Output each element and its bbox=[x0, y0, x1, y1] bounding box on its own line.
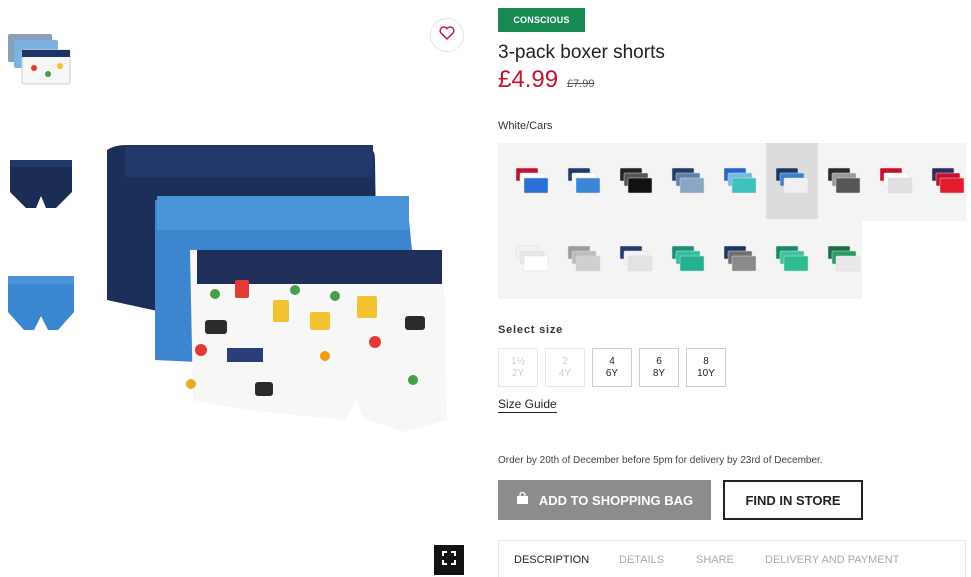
size-top: 8 bbox=[703, 355, 709, 367]
size-guide-link[interactable]: Size Guide bbox=[498, 397, 557, 413]
swatch-image bbox=[619, 245, 653, 272]
shopping-bag-icon bbox=[516, 491, 529, 508]
swatch-image bbox=[931, 167, 965, 194]
color-swatch-navy-grey-dark[interactable] bbox=[714, 221, 766, 297]
swatch-image bbox=[827, 245, 861, 272]
swatch-image bbox=[671, 167, 705, 194]
original-price: £7.99 bbox=[567, 78, 595, 90]
size-bottom: 8Y bbox=[652, 367, 666, 379]
size-option-1-5-2y[interactable]: 1½ 2Y bbox=[498, 348, 538, 387]
product-title: 3-pack boxer shorts bbox=[498, 42, 665, 63]
heart-icon bbox=[439, 25, 455, 45]
swatch-image bbox=[775, 245, 809, 272]
swatch-image bbox=[619, 167, 653, 194]
tab-share[interactable]: SHARE bbox=[696, 554, 734, 566]
selected-color-name: White/Cars bbox=[498, 120, 553, 132]
color-swatch-red-white-cars[interactable] bbox=[870, 143, 922, 219]
tab-description[interactable]: DESCRIPTION bbox=[514, 554, 589, 566]
size-top: 2 bbox=[562, 355, 568, 367]
add-to-bag-button[interactable]: ADD TO SHOPPING BAG bbox=[498, 480, 711, 520]
color-swatch-white[interactable] bbox=[506, 221, 558, 297]
size-option-2-4y[interactable]: 2 4Y bbox=[545, 348, 585, 387]
favorite-button[interactable] bbox=[430, 18, 464, 52]
swatch-image bbox=[567, 167, 601, 194]
add-to-bag-label: ADD TO SHOPPING BAG bbox=[538, 492, 694, 508]
swatch-image bbox=[723, 245, 757, 272]
color-swatch-green-mint[interactable] bbox=[766, 221, 818, 297]
size-option-6-8y[interactable]: 6 8Y bbox=[639, 348, 679, 387]
color-swatch-navy-white-pattern[interactable] bbox=[610, 221, 662, 297]
select-size-label: Select size bbox=[498, 324, 564, 336]
color-swatch-navy-grey[interactable] bbox=[662, 143, 714, 219]
size-bottom: 4Y bbox=[558, 367, 572, 379]
find-in-store-button[interactable]: FIND IN STORE bbox=[723, 480, 863, 520]
zoom-button[interactable] bbox=[434, 545, 464, 575]
color-swatches bbox=[498, 143, 968, 299]
size-top: 6 bbox=[656, 355, 662, 367]
product-price: £4.99 bbox=[498, 66, 559, 93]
color-swatch-blue-turquoise[interactable] bbox=[714, 143, 766, 219]
size-option-8-10y[interactable]: 8 10Y bbox=[686, 348, 726, 387]
size-option-4-6y[interactable]: 4 6Y bbox=[592, 348, 632, 387]
size-bottom: 6Y bbox=[605, 367, 619, 379]
size-top: 4 bbox=[609, 355, 615, 367]
swatch-image bbox=[827, 167, 861, 194]
tab-details[interactable]: DETAILS bbox=[619, 554, 664, 566]
product-page: CONSCIOUS 3-pack boxer shorts £4.99 £7.9… bbox=[0, 0, 971, 577]
swatch-image bbox=[515, 245, 549, 272]
fullscreen-icon bbox=[442, 550, 456, 570]
size-top: 1½ bbox=[511, 355, 525, 367]
color-swatch-green-white[interactable] bbox=[818, 221, 870, 297]
color-swatch-navy-blue-cars[interactable] bbox=[766, 143, 818, 219]
size-bottom: 10Y bbox=[697, 367, 715, 379]
color-swatch-navy-blue[interactable] bbox=[558, 143, 610, 219]
swatch-image bbox=[671, 245, 705, 272]
color-swatch-grey[interactable] bbox=[558, 221, 610, 297]
tab-delivery-and-payment[interactable]: DELIVERY AND PAYMENT bbox=[765, 554, 899, 566]
color-swatch-black-grey[interactable] bbox=[818, 143, 870, 219]
main-product-image bbox=[95, 0, 475, 577]
thumbnail-blue[interactable] bbox=[4, 268, 82, 334]
thumbnail-navy[interactable] bbox=[4, 150, 82, 216]
size-bottom: 2Y bbox=[511, 367, 525, 379]
color-swatch-green-turquoise[interactable] bbox=[662, 221, 714, 297]
swatch-image bbox=[723, 167, 757, 194]
color-swatch-navy-red[interactable] bbox=[922, 143, 971, 219]
swatch-image bbox=[879, 167, 913, 194]
thumbnail-3pack[interactable] bbox=[4, 30, 82, 96]
color-swatch-red-white-blue[interactable] bbox=[506, 143, 558, 219]
swatch-image bbox=[515, 167, 549, 194]
conscious-badge: CONSCIOUS bbox=[498, 8, 585, 32]
product-tabs: DESCRIPTION DETAILS SHARE DELIVERY AND P… bbox=[498, 540, 966, 577]
swatch-image bbox=[567, 245, 601, 272]
color-swatch-black[interactable] bbox=[610, 143, 662, 219]
swatch-image bbox=[775, 167, 809, 194]
delivery-info: Order by 20th of December before 5pm for… bbox=[498, 455, 823, 466]
